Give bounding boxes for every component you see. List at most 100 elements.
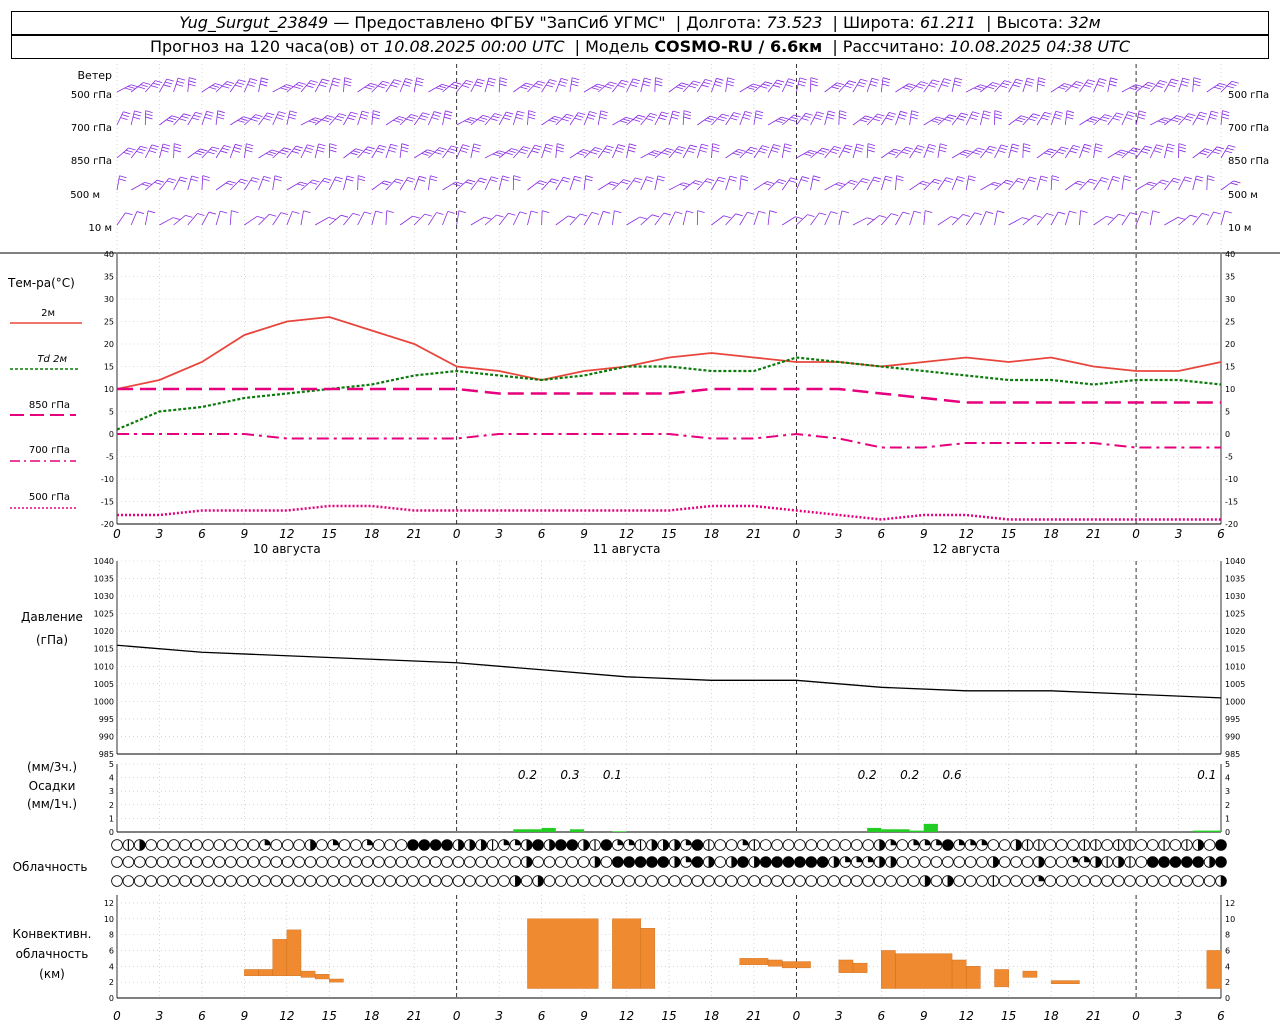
wind-barb-shaft <box>1178 214 1191 226</box>
wind-barb-feather <box>505 152 514 156</box>
wind-barb-feather <box>297 183 305 187</box>
wind-barb-feather <box>291 150 299 154</box>
wind-barb-feather <box>826 116 834 120</box>
wind-barb-feather <box>939 146 947 150</box>
wind-barb-feather <box>1099 179 1107 183</box>
cloud-symbol <box>122 839 135 851</box>
wind-barb <box>753 210 766 226</box>
wind-barb-shaft <box>145 179 158 191</box>
wind-barb-feather <box>533 147 541 151</box>
wind-barb-feather <box>234 84 243 88</box>
cloud-circle <box>293 856 305 868</box>
wind-barb-feather <box>188 80 196 84</box>
wind-barb <box>654 175 666 191</box>
wind-barb <box>1036 148 1057 159</box>
wind-barb-feather <box>346 175 355 179</box>
wind-barb-feather <box>545 84 554 88</box>
wind-barb-feather <box>717 118 725 122</box>
wind-barb-feather <box>530 210 539 214</box>
wind-barb-shaft <box>583 212 593 226</box>
wind-barb <box>484 176 499 191</box>
wind-barb <box>428 111 442 126</box>
wind-barb-feather <box>809 149 818 153</box>
wind-barb-shaft <box>767 210 771 226</box>
wind-barb-feather <box>429 178 438 182</box>
wind-barb-feather <box>293 148 301 152</box>
wind-barb-feather <box>1066 113 1074 117</box>
precip-bar <box>909 830 924 832</box>
precip-tick-label-right: 1 <box>1225 814 1230 823</box>
wind-barb <box>612 79 629 93</box>
wind-barb-feather <box>438 85 447 89</box>
wind-barb-feather <box>185 214 193 218</box>
cloud-symbol <box>737 856 749 868</box>
wind-barb <box>229 210 239 226</box>
wind-barb-feather <box>856 143 864 147</box>
cloud-symbol <box>589 856 601 868</box>
wind-barb <box>187 213 205 226</box>
wind-barb-feather <box>1099 78 1107 81</box>
wind-barb <box>159 217 181 226</box>
wind-barb-shaft <box>144 210 149 226</box>
cloud-symbol <box>942 875 954 887</box>
wind-barb-feather <box>467 118 475 122</box>
cloud-symbol <box>464 856 476 868</box>
wind-barb <box>484 77 496 93</box>
wind-barb-feather <box>969 117 977 120</box>
cloud-symbol <box>486 856 499 868</box>
cloud-symbol <box>703 856 715 868</box>
wind-barb <box>130 145 148 159</box>
wind-barb-shaft <box>1164 217 1179 226</box>
wind-barb-shaft <box>796 176 803 191</box>
wind-barb-shaft <box>173 78 179 93</box>
cloud-circle <box>372 856 385 868</box>
wind-barb-feather <box>162 143 171 147</box>
cloud-circle <box>1181 875 1193 887</box>
temp-series-line <box>117 387 1221 404</box>
wind-level-label-right: 850 гПа <box>1228 156 1269 167</box>
wind-barb-feather <box>1044 111 1052 115</box>
wind-barb-shaft <box>527 180 540 191</box>
cloud-circle <box>759 839 772 851</box>
wind-barb-feather <box>124 87 132 91</box>
wind-barb-feather <box>1198 114 1206 118</box>
wind-barb-feather <box>477 119 485 122</box>
wind-barb-shaft <box>1149 210 1154 226</box>
wind-barb-shaft <box>979 110 985 126</box>
cloud-symbol <box>532 856 544 868</box>
cloud-symbol <box>327 856 340 868</box>
cloud-symbol <box>794 856 806 868</box>
wind-barb-shaft <box>1206 111 1212 126</box>
wind-barb-shaft <box>1064 110 1068 126</box>
wind-barb-feather <box>127 85 135 89</box>
wind-barb <box>895 175 904 191</box>
cloud-circle <box>259 875 271 887</box>
cloud-symbol <box>805 856 818 868</box>
wind-barb-feather <box>1046 150 1054 154</box>
hour-tick-label: 6 <box>877 527 885 541</box>
temp-tick-label: 5 <box>109 408 114 417</box>
wind-barb-shaft <box>427 175 431 191</box>
cloud-symbol <box>1033 875 1045 887</box>
wind-barb-feather <box>1135 84 1143 87</box>
legend-500-label: 500 гПа <box>29 492 70 503</box>
wind-barb-feather <box>513 178 521 182</box>
wind-barb-feather <box>582 149 590 152</box>
wind-barb <box>682 180 703 191</box>
wind-barb <box>1093 177 1109 191</box>
wind-barb-feather <box>382 80 390 84</box>
cloud-symbol <box>350 875 362 887</box>
wind-barb-feather <box>839 110 847 113</box>
hour-tick-label-bottom: 3 <box>156 1009 164 1023</box>
wind-barb <box>753 110 764 126</box>
convective-bar <box>1206 950 1222 989</box>
cloud-circle <box>179 856 192 868</box>
wind-barb-feather <box>236 82 244 85</box>
cloud-circle <box>407 856 419 868</box>
cloud-symbol <box>293 875 305 887</box>
wind-barb-shaft <box>909 110 912 126</box>
wind-barb-feather <box>1006 179 1014 183</box>
wind-barb-feather <box>331 83 339 87</box>
wind-barb-feather <box>898 116 906 120</box>
cloud-circle <box>850 839 863 851</box>
